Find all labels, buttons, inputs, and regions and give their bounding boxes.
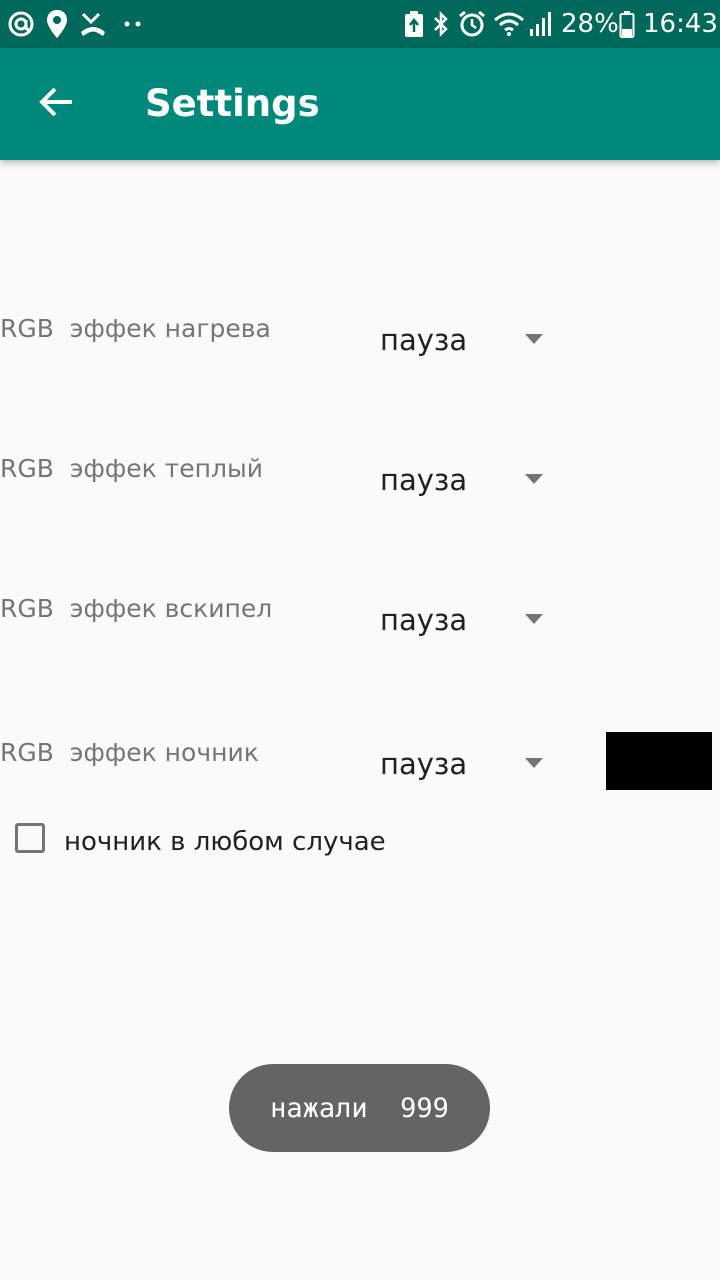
location-pin-icon xyxy=(44,8,70,40)
status-bar: 28% 16:43 xyxy=(0,0,720,48)
back-button[interactable] xyxy=(24,76,88,132)
rgb-nightlight-label: RGB эффек ночник xyxy=(0,738,259,767)
color-swatch[interactable] xyxy=(606,732,712,790)
rgb-warm-spinner[interactable]: пауза xyxy=(366,448,566,512)
spinner-value: пауза xyxy=(380,323,468,357)
toast-text: нажали 999 xyxy=(270,1092,449,1124)
signal-icon xyxy=(528,8,554,40)
dropdown-arrow-icon xyxy=(525,334,543,344)
spinner-value: пауза xyxy=(380,747,468,781)
missed-call-icon xyxy=(78,8,108,40)
bluetooth-icon xyxy=(430,8,452,40)
battery-percent: 28% xyxy=(561,9,619,39)
settings-screen: 28% 16:43 Settings RGB эффек нагрева пау… xyxy=(0,0,720,1280)
clock: 16:43 xyxy=(643,9,718,39)
dropdown-arrow-icon xyxy=(525,474,543,484)
at-sign-icon xyxy=(6,8,36,40)
battery-icon xyxy=(617,8,637,40)
rgb-nightlight-spinner[interactable]: пауза xyxy=(366,732,566,796)
rgb-boiled-spinner[interactable]: пауза xyxy=(366,588,566,652)
rgb-heating-label: RGB эффек нагрева xyxy=(0,314,271,343)
alarm-icon xyxy=(457,8,487,40)
spinner-value: пауза xyxy=(380,603,468,637)
checkbox-label: ночник в любом случае xyxy=(64,827,386,857)
nightlight-always-checkbox[interactable]: ночник в любом случае xyxy=(0,814,420,870)
spinner-value: пауза xyxy=(380,463,468,497)
wifi-icon xyxy=(492,8,526,40)
app-bar: Settings xyxy=(0,48,720,160)
dropdown-arrow-icon xyxy=(525,614,543,624)
more-dots-icon xyxy=(122,8,144,40)
battery-saver-icon xyxy=(402,8,426,40)
rgb-boiled-label: RGB эффек вскипел xyxy=(0,594,273,623)
rgb-heating-spinner[interactable]: пауза xyxy=(366,308,566,372)
rgb-warm-label: RGB эффек теплый xyxy=(0,454,263,483)
dropdown-arrow-icon xyxy=(525,758,543,768)
page-title: Settings xyxy=(145,82,320,125)
checkbox-icon xyxy=(15,823,45,853)
arrow-back-icon xyxy=(38,86,74,123)
toast: нажали 999 xyxy=(229,1064,490,1152)
